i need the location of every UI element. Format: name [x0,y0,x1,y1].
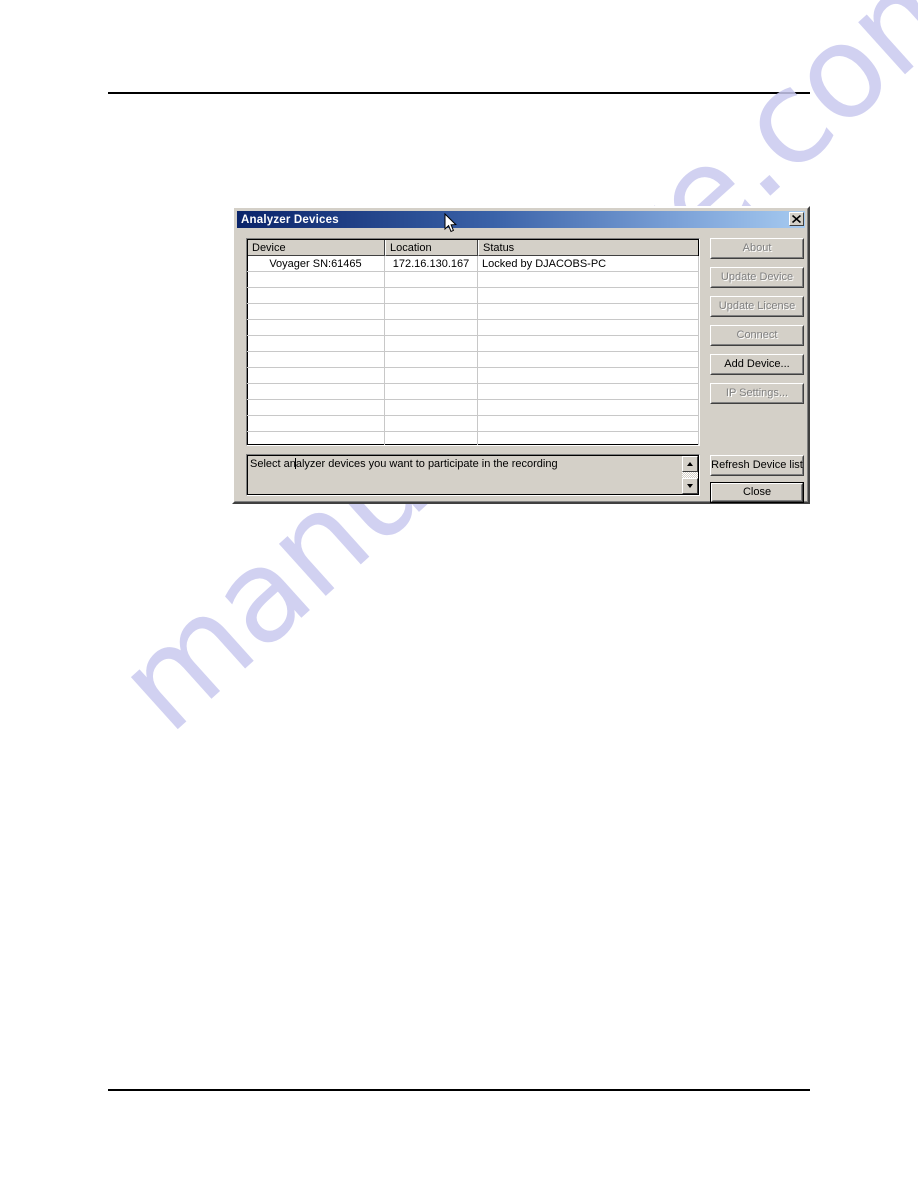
table-row[interactable] [247,320,699,336]
connect-button-label: Connect [736,329,778,341]
table-cell-device [247,336,385,351]
table-cell-location [385,384,478,399]
about-button[interactable]: About [710,238,804,259]
refresh-device-list-button-label: Refresh Device list [711,459,803,471]
update-device-button[interactable]: Update Device [710,267,804,288]
table-cell-location [385,352,478,367]
status-text-part-1: Select an [250,458,296,470]
table-row[interactable] [247,368,699,384]
scroll-down-arrow-icon[interactable] [682,478,698,494]
device-list[interactable]: Device Location Status Voyager SN:61465 1… [246,238,700,446]
table-cell-status [478,368,699,383]
table-cell-device [247,288,385,303]
update-device-button-label: Update Device [720,271,794,283]
table-cell-location [385,304,478,319]
table-cell-device [247,352,385,367]
table-cell-status [478,400,699,415]
table-cell-device [247,400,385,415]
table-cell-status [478,384,699,399]
scroll-down-glyph [687,484,693,488]
close-x-glyph [792,215,801,223]
table-cell-status [478,336,699,351]
table-cell-status [478,432,699,445]
scroll-up-arrow-icon[interactable] [682,456,698,472]
table-cell-status: Locked by DJACOBS-PC [478,256,699,271]
table-cell-location [385,320,478,335]
table-row[interactable] [247,352,699,368]
table-cell-device [247,384,385,399]
table-cell-location [385,336,478,351]
scroll-up-glyph [687,462,693,466]
table-cell-location [385,272,478,287]
dialog-title: Analyzer Devices [241,213,339,226]
table-cell-location [385,432,478,445]
table-cell-status [478,320,699,335]
table-row[interactable] [247,432,699,445]
table-cell-location [385,368,478,383]
table-cell-device [247,320,385,335]
table-cell-device [247,272,385,287]
close-button[interactable]: Close [710,482,804,503]
table-row[interactable] [247,272,699,288]
table-row[interactable] [247,384,699,400]
table-cell-device [247,416,385,431]
table-row[interactable] [247,336,699,352]
table-cell-status [478,304,699,319]
table-row[interactable] [247,416,699,432]
close-icon[interactable] [789,212,804,226]
column-header-device[interactable]: Device [247,239,385,256]
status-message-box[interactable]: Select analyzer devices you want to part… [246,454,700,496]
close-button-label: Close [742,486,772,498]
table-cell-status [478,352,699,367]
table-cell-location [385,288,478,303]
device-list-header: Device Location Status [247,239,699,256]
table-cell-status [478,272,699,287]
refresh-device-list-button[interactable]: Refresh Device list [710,455,804,476]
device-list-body: Voyager SN:61465 172.16.130.167 Locked by … [247,256,699,445]
page-footer-rule [108,1089,810,1091]
column-header-location[interactable]: Location [385,239,478,256]
add-device-button-label: Add Device... [724,358,790,370]
table-cell-device [247,432,385,445]
table-cell-location: 172.16.130.167 [385,256,478,271]
table-row[interactable] [247,400,699,416]
table-cell-device [247,368,385,383]
update-license-button[interactable]: Update License [710,296,804,317]
status-text-part-2: alyzer devices you want to participate i… [295,458,558,470]
column-header-status[interactable]: Status [478,239,699,256]
status-scrollbar[interactable] [682,456,698,494]
page-header-rule [108,92,810,94]
table-cell-status [478,288,699,303]
update-license-button-label: Update License [718,300,796,312]
table-cell-location [385,400,478,415]
ip-settings-button-label: IP Settings... [725,387,789,399]
table-cell-location [385,416,478,431]
about-button-label: About [742,242,772,254]
ip-settings-button[interactable]: IP Settings... [710,383,804,404]
connect-button[interactable]: Connect [710,325,804,346]
table-cell-device: Voyager SN:61465 [247,256,385,271]
status-message-text: Select analyzer devices you want to part… [250,458,679,471]
table-row[interactable] [247,288,699,304]
table-cell-device [247,304,385,319]
table-row[interactable] [247,304,699,320]
analyzer-devices-dialog: Analyzer Devices Device Location Status … [232,206,810,504]
add-device-button[interactable]: Add Device... [710,354,804,375]
table-cell-status [478,416,699,431]
dialog-title-bar[interactable]: Analyzer Devices [237,211,805,228]
page-watermark: manualshive.com [0,0,918,1188]
table-row[interactable]: Voyager SN:61465 172.16.130.167 Locked by … [247,256,699,272]
